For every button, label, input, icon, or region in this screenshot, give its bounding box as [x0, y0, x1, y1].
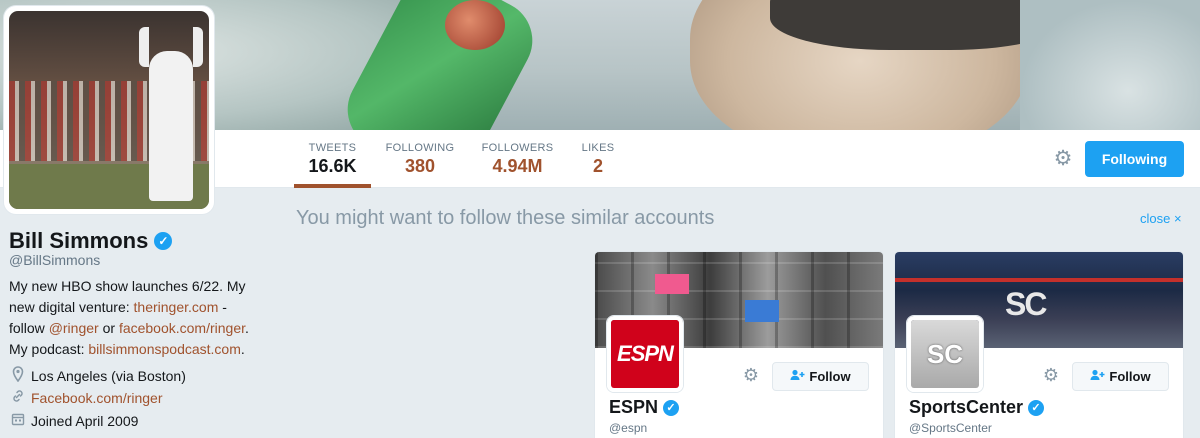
- profile-bio: My new HBO show launches 6/22. My new di…: [9, 276, 264, 360]
- stat-likes[interactable]: LIKES 2: [578, 130, 618, 188]
- card-account-name[interactable]: ESPN: [609, 397, 658, 418]
- espn-logo-text: ESPN: [611, 320, 679, 388]
- stat-followers-label: FOLLOWERS: [481, 142, 554, 154]
- settings-gear-icon[interactable]: ⚙: [1050, 146, 1076, 172]
- similar-account-card-espn[interactable]: ESPN ⚙ Follow ESPN ✓ @espn: [594, 251, 884, 438]
- verified-badge-icon: ✓: [1028, 399, 1045, 416]
- card-name-row: SportsCenter ✓: [909, 397, 1045, 418]
- verified-badge-icon: ✓: [154, 232, 173, 250]
- similar-accounts-title: You might want to follow these similar a…: [296, 207, 715, 229]
- card-avatar[interactable]: SC: [907, 316, 983, 392]
- profile-joined: Joined April 2009: [9, 412, 138, 429]
- card-account-handle[interactable]: @espn: [609, 421, 647, 435]
- following-button[interactable]: Following: [1085, 141, 1184, 177]
- bio-text-3: or: [98, 320, 119, 336]
- similar-account-card-sportscenter[interactable]: SC SC ⚙ Follow SportsCenter ✓ @SportsCen…: [894, 251, 1184, 438]
- person-plus-icon: [790, 369, 805, 384]
- stat-likes-value: 2: [592, 156, 603, 176]
- stat-tweets-value: 16.6K: [308, 156, 357, 176]
- stat-tweets[interactable]: TWEETS 16.6K: [294, 130, 371, 188]
- stat-following-label: FOLLOWING: [385, 142, 455, 154]
- website-link[interactable]: Facebook.com/ringer: [31, 390, 163, 406]
- stat-followers-value: 4.94M: [492, 156, 543, 176]
- profile-name[interactable]: Bill Simmons: [9, 228, 148, 254]
- follow-button-label: Follow: [1109, 369, 1151, 384]
- calendar-icon: [9, 412, 27, 429]
- follow-button-espn[interactable]: Follow: [772, 362, 869, 391]
- verified-badge-icon: ✓: [663, 399, 680, 416]
- sportscenter-logo-text: SC: [911, 320, 979, 388]
- joined-text: Joined April 2009: [31, 412, 139, 429]
- follow-button-sportscenter[interactable]: Follow: [1072, 362, 1169, 391]
- profile-avatar[interactable]: [4, 6, 214, 214]
- profile-name-row: Bill Simmons ✓: [9, 227, 173, 255]
- card-gear-icon[interactable]: ⚙: [740, 364, 762, 386]
- follow-button-label: Follow: [809, 369, 851, 384]
- similar-close-link[interactable]: close ×: [1140, 211, 1182, 226]
- card-avatar[interactable]: ESPN: [607, 316, 683, 392]
- location-text: Los Angeles (via Boston): [31, 367, 186, 384]
- card-gear-icon[interactable]: ⚙: [1040, 364, 1062, 386]
- card-account-handle[interactable]: @SportsCenter: [909, 421, 992, 435]
- link-icon: [9, 389, 27, 406]
- bio-link-facebook[interactable]: facebook.com/ringer: [119, 320, 245, 336]
- bio-text-5: .: [240, 341, 245, 357]
- stat-following-value: 380: [404, 156, 436, 176]
- card-account-name[interactable]: SportsCenter: [909, 397, 1023, 418]
- stat-likes-label: LIKES: [581, 142, 615, 154]
- profile-handle[interactable]: @BillSimmons: [9, 252, 100, 268]
- bio-link-theringer[interactable]: theringer.com: [134, 299, 219, 315]
- profile-website: Facebook.com/ringer: [9, 389, 163, 406]
- person-plus-icon: [1090, 369, 1105, 384]
- bio-link-ringer-mention[interactable]: @ringer: [49, 320, 99, 336]
- location-pin-icon: [9, 366, 27, 385]
- stat-tweets-label: TWEETS: [308, 142, 357, 154]
- card-name-row: ESPN ✓: [609, 397, 680, 418]
- sportscenter-cover-logo-icon: SC: [1005, 286, 1047, 322]
- stat-followers[interactable]: FOLLOWERS 4.94M: [480, 130, 555, 188]
- stat-following[interactable]: FOLLOWING 380: [383, 130, 457, 188]
- bio-link-podcast[interactable]: billsimmonspodcast.com: [88, 341, 241, 357]
- profile-location: Los Angeles (via Boston): [9, 366, 186, 385]
